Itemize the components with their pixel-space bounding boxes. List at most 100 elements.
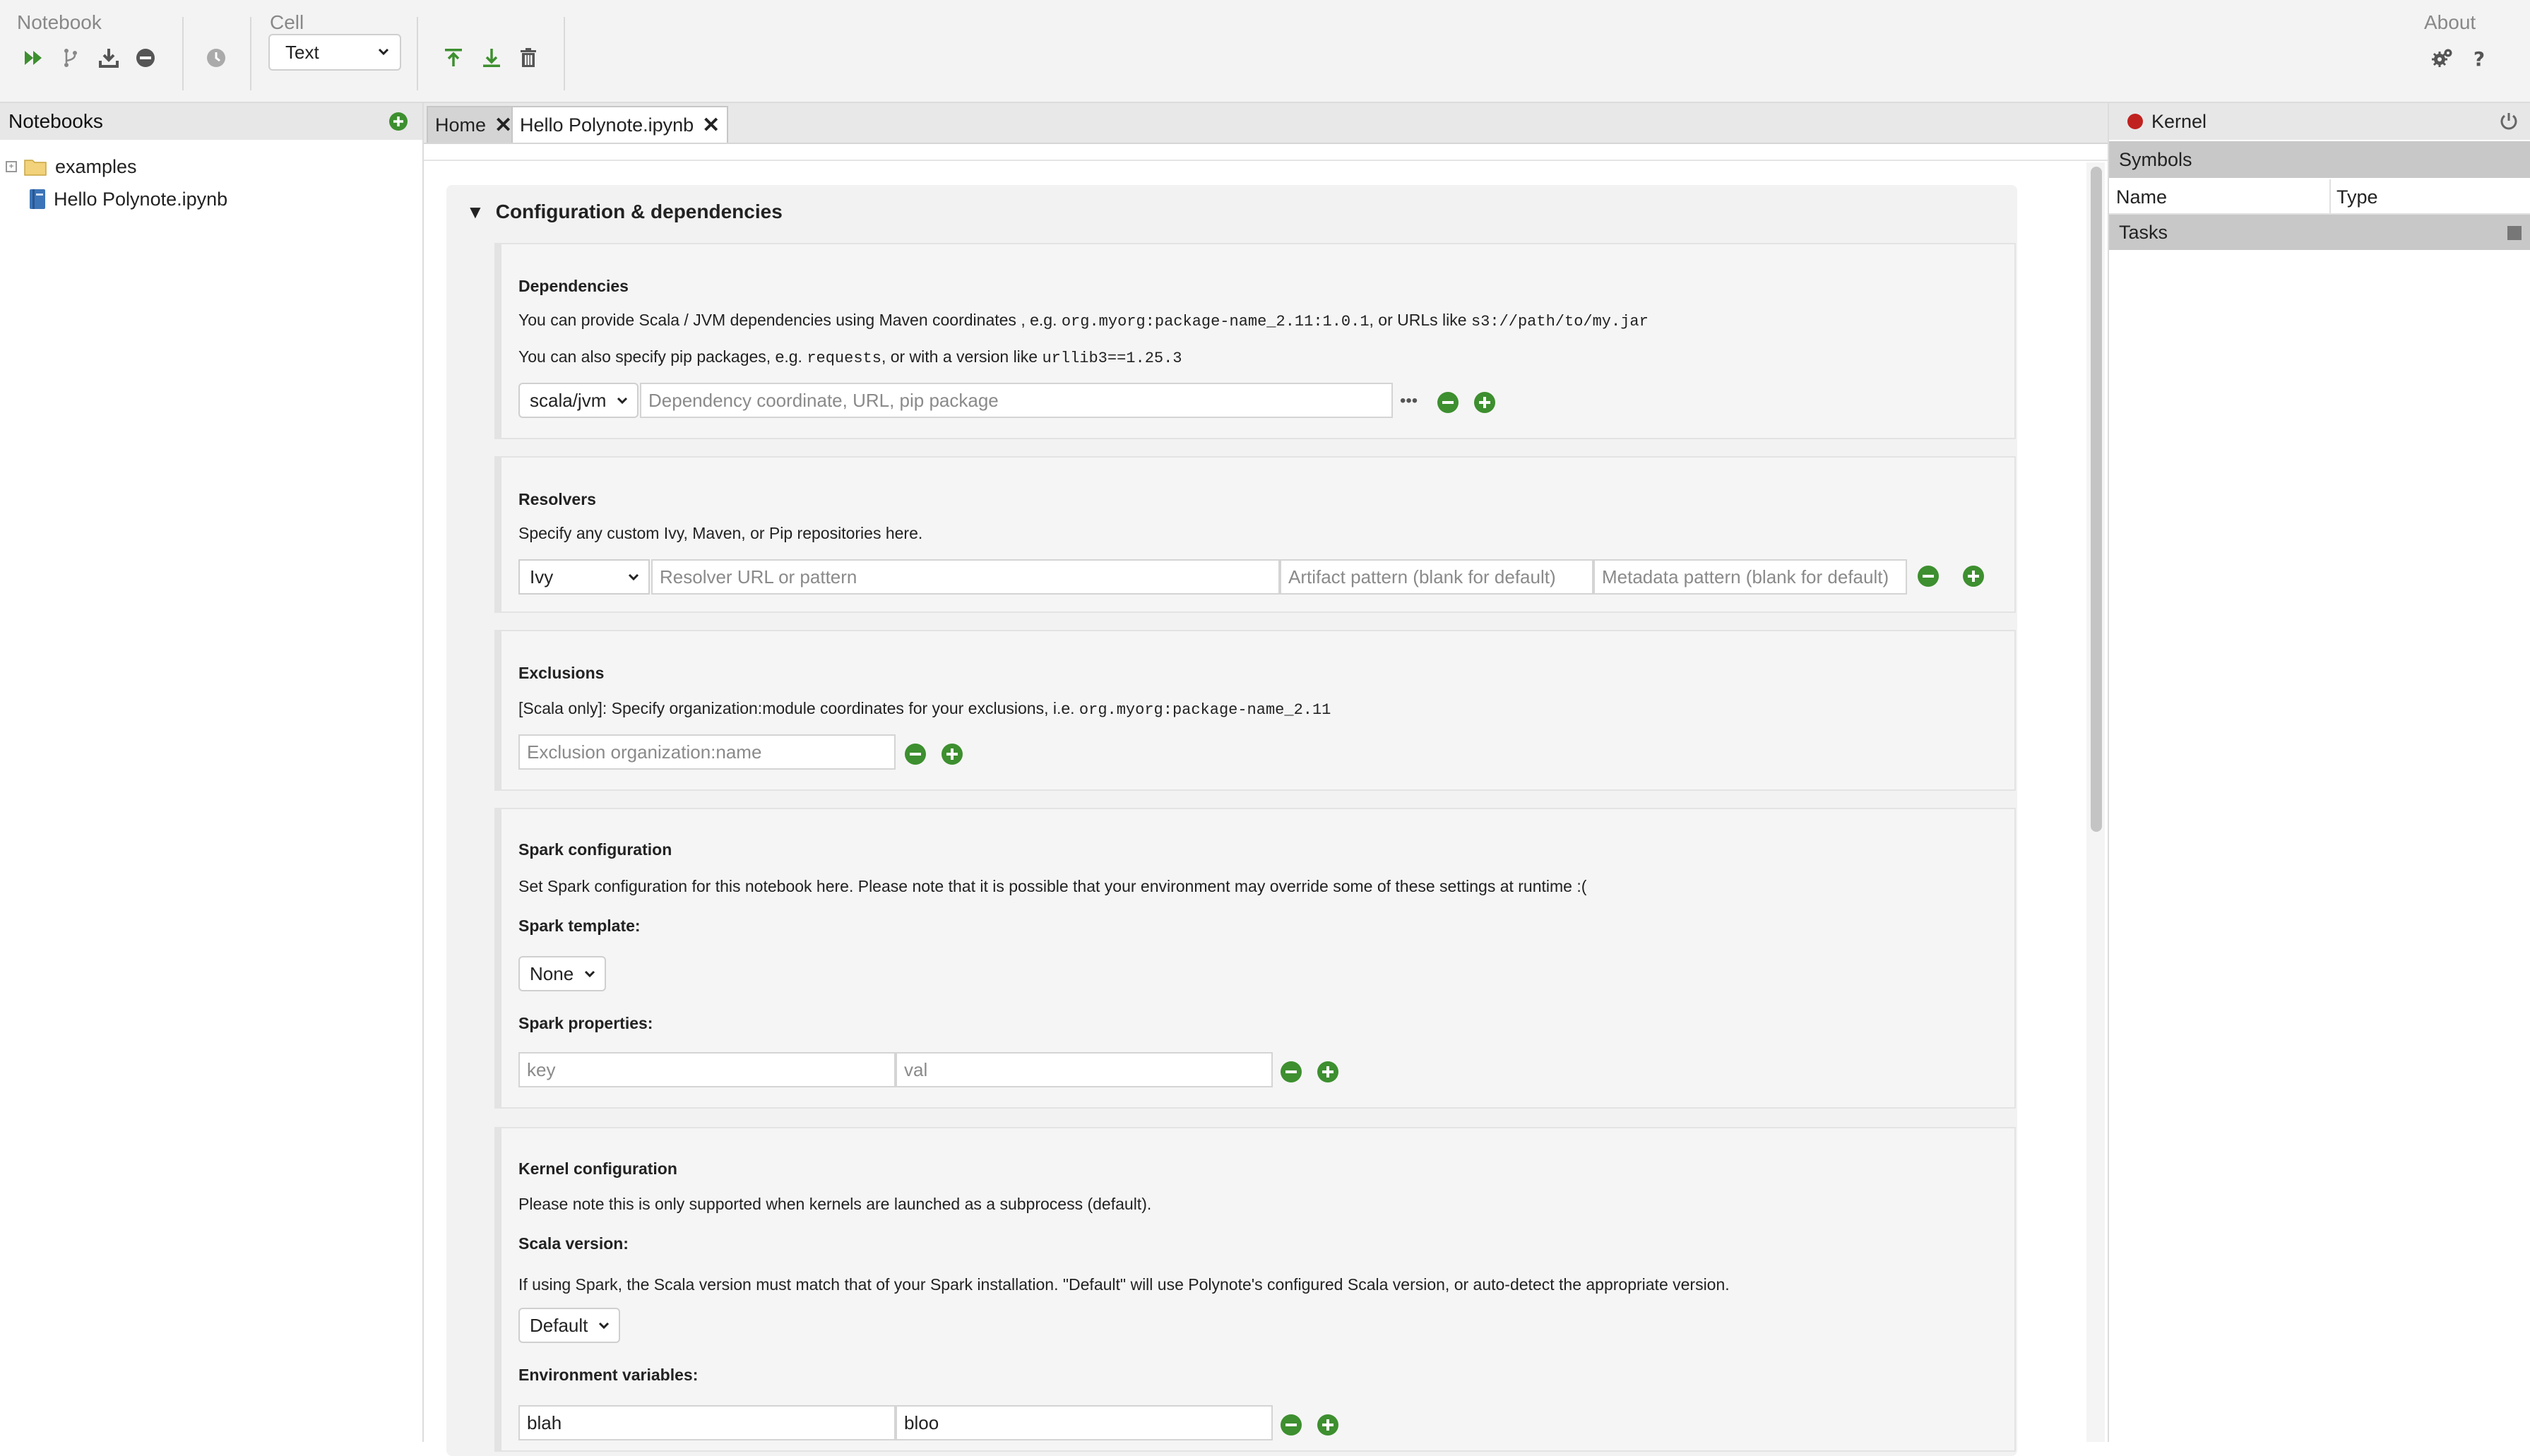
artifact-pattern-input[interactable]: Artifact pattern (blank for default) <box>1280 559 1593 595</box>
chevron-down-icon <box>617 397 628 405</box>
exclusions-help: [Scala only]: Specify organization:modul… <box>518 699 1331 719</box>
more-options-icon[interactable]: ••• <box>1400 391 1418 411</box>
add-spark-property-icon[interactable] <box>1317 1061 1339 1083</box>
clear-output-icon[interactable] <box>131 44 160 72</box>
dependencies-heading: Dependencies <box>518 277 629 295</box>
collapse-triangle-icon[interactable]: ▼ <box>466 201 485 223</box>
cell-toolbar-label: Cell <box>270 11 304 33</box>
run-all-icon[interactable] <box>20 44 48 72</box>
tab-bar: Home ✕ Hello Polynote.ipynb ✕ <box>424 103 2108 144</box>
scala-version-help: If using Spark, the Scala version must m… <box>518 1275 1730 1294</box>
env-vars-label: Environment variables: <box>518 1366 699 1384</box>
tasks-header[interactable]: Tasks <box>2109 215 2530 250</box>
spark-heading: Spark configuration <box>518 840 672 859</box>
scala-version-select[interactable]: Default <box>518 1308 620 1343</box>
tasks-label: Tasks <box>2119 221 2168 243</box>
tree-folder-examples[interactable]: + examples <box>0 151 137 182</box>
dependency-type-select[interactable]: scala/jvm <box>518 383 639 418</box>
notebook-toolbar-label: Notebook <box>17 11 102 33</box>
download-icon[interactable] <box>95 44 123 72</box>
add-exclusion-icon[interactable] <box>941 743 963 765</box>
add-resolver-icon[interactable] <box>1962 565 1985 587</box>
kernel-status-indicator <box>2127 114 2143 129</box>
add-notebook-icon[interactable] <box>388 112 408 131</box>
power-icon[interactable] <box>2499 112 2519 131</box>
notebooks-panel-header: Notebooks <box>0 103 422 140</box>
exclusions-heading: Exclusions <box>518 664 605 682</box>
env-key-input[interactable]: blah <box>518 1405 896 1440</box>
spark-help: Set Spark configuration for this noteboo… <box>518 877 1587 895</box>
insert-below-icon[interactable] <box>477 44 506 72</box>
tree-item-label: examples <box>55 155 137 177</box>
resolver-type-select[interactable]: Ivy <box>518 559 650 595</box>
dependencies-help-line1: You can provide Scala / JVM dependencies… <box>518 311 1649 330</box>
symbols-label: Symbols <box>2119 148 2192 170</box>
expand-toggle-icon[interactable]: + <box>6 161 17 172</box>
symbols-header[interactable]: Symbols <box>2109 141 2530 178</box>
svg-text:?: ? <box>2473 47 2485 69</box>
column-type: Type <box>2336 186 2378 208</box>
dependency-type-value: scala/jvm <box>530 389 607 411</box>
delete-icon[interactable] <box>514 44 542 72</box>
stop-icon[interactable] <box>2507 226 2522 240</box>
tab-label: Home <box>435 114 487 136</box>
cell-type-value: Text <box>285 41 319 63</box>
config-toggle[interactable]: ▼ Configuration & dependencies <box>466 201 783 223</box>
kernel-panel: Kernel Symbols Name Type Tasks <box>2108 103 2530 1442</box>
notebooks-panel-title: Notebooks <box>8 110 103 132</box>
remove-env-var-icon[interactable] <box>1280 1414 1302 1436</box>
symbols-table-header: Name Type <box>2109 179 2530 215</box>
spark-template-select[interactable]: None <box>518 956 606 991</box>
chevron-down-icon <box>378 48 389 56</box>
config-title: Configuration & dependencies <box>495 201 783 222</box>
notebook-file-icon <box>30 189 45 209</box>
remove-exclusion-icon[interactable] <box>904 743 927 765</box>
toolbar: Notebook Cell Text About ? <box>0 0 2530 103</box>
remove-resolver-icon[interactable] <box>1917 565 1940 587</box>
dependencies-help-line2: You can also specify pip packages, e.g. … <box>518 347 1182 367</box>
close-icon[interactable]: ✕ <box>494 113 512 138</box>
remove-dependency-icon[interactable] <box>1437 391 1459 414</box>
add-dependency-icon[interactable] <box>1473 391 1496 414</box>
scala-version-label: Scala version: <box>518 1234 629 1253</box>
column-name: Name <box>2116 186 2168 208</box>
exclusion-input[interactable]: Exclusion organization:name <box>518 734 896 770</box>
resolver-url-input[interactable]: Resolver URL or pattern <box>651 559 1280 595</box>
spark-properties-label: Spark properties: <box>518 1014 653 1032</box>
tree-item-label: Hello Polynote.ipynb <box>54 188 228 210</box>
metadata-pattern-input[interactable]: Metadata pattern (blank for default) <box>1593 559 1907 595</box>
tree-item-hello-polynote[interactable]: Hello Polynote.ipynb <box>0 184 227 215</box>
about-toolbar-label: About <box>2424 11 2476 33</box>
branch-icon[interactable] <box>57 44 85 72</box>
settings-icon[interactable] <box>2428 44 2457 72</box>
resolvers-help: Specify any custom Ivy, Maven, or Pip re… <box>518 524 923 542</box>
schedule-icon[interactable] <box>202 44 230 72</box>
dependency-input[interactable]: Dependency coordinate, URL, pip package <box>640 383 1393 418</box>
spark-template-label: Spark template: <box>518 917 641 935</box>
tab-hello-polynote[interactable]: Hello Polynote.ipynb ✕ <box>511 106 729 143</box>
spark-key-input[interactable]: key <box>518 1052 896 1087</box>
scala-version-value: Default <box>530 1314 588 1336</box>
add-env-var-icon[interactable] <box>1317 1414 1339 1436</box>
notebooks-panel: Notebooks + examples Hello Polynote.ipyn… <box>0 103 424 1442</box>
insert-above-icon[interactable] <box>439 44 468 72</box>
tab-label: Hello Polynote.ipynb <box>520 114 694 136</box>
env-value-input[interactable]: bloo <box>896 1405 1273 1440</box>
cell-type-select[interactable]: Text <box>268 34 401 71</box>
spark-template-value: None <box>530 962 574 984</box>
kernel-header: Kernel <box>2109 103 2530 140</box>
spark-value-input[interactable]: val <box>896 1052 1273 1087</box>
help-icon[interactable]: ? <box>2465 44 2493 72</box>
scrollbar-thumb[interactable] <box>2091 167 2102 832</box>
folder-icon <box>24 160 47 176</box>
resolver-type-value: Ivy <box>530 566 554 587</box>
kernel-label: Kernel <box>2151 110 2207 132</box>
remove-spark-property-icon[interactable] <box>1280 1061 1302 1083</box>
kernel-heading: Kernel configuration <box>518 1159 677 1178</box>
chevron-down-icon <box>598 1322 610 1330</box>
chevron-down-icon <box>628 573 639 581</box>
chevron-down-icon <box>584 970 595 978</box>
tab-home[interactable]: Home ✕ <box>427 106 521 143</box>
resolvers-heading: Resolvers <box>518 490 596 508</box>
close-icon[interactable]: ✕ <box>702 113 720 138</box>
